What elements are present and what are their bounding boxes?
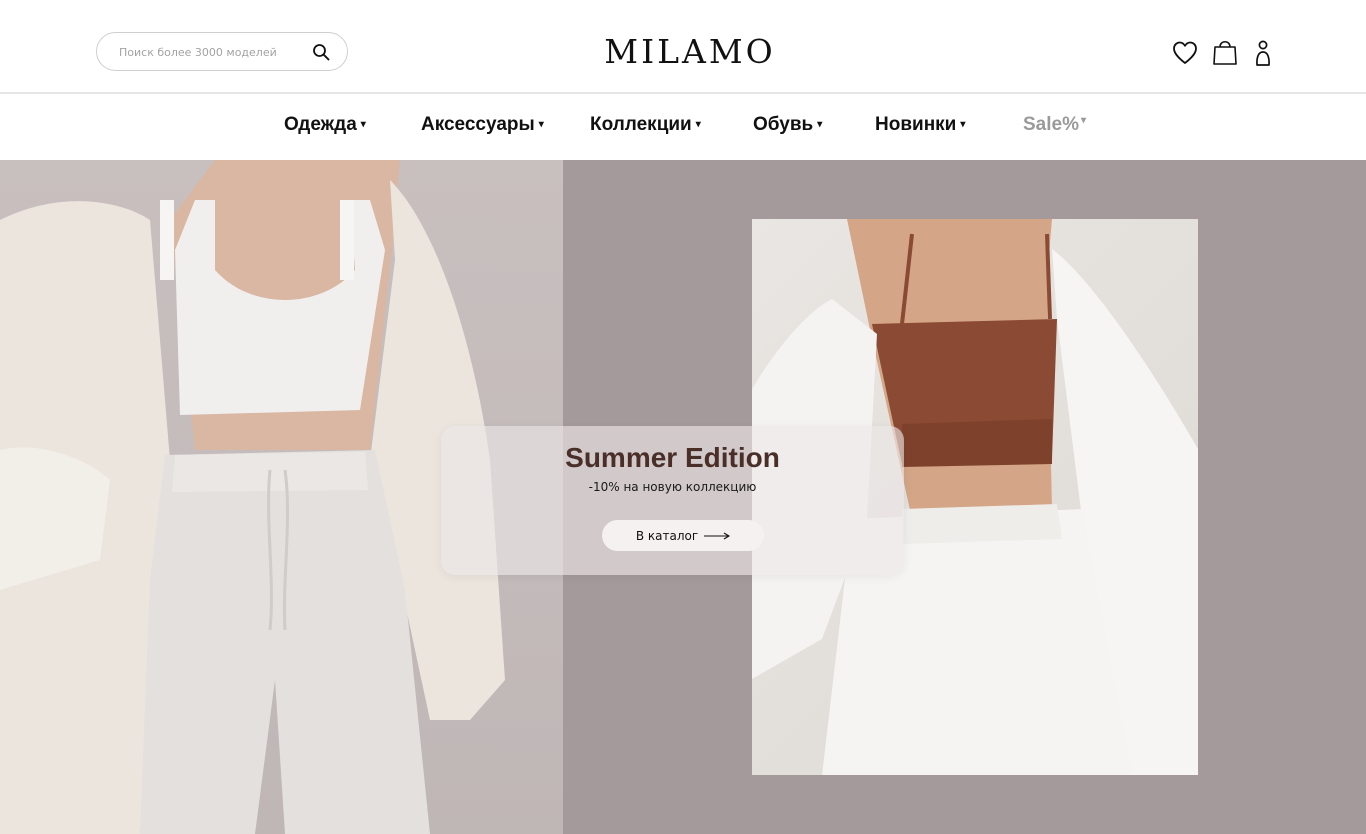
caret-down-icon: ▾ — [695, 119, 701, 130]
nav-item-new[interactable]: Новинки ▾ — [875, 112, 965, 138]
nav-item-collections[interactable]: Коллекции ▾ — [590, 112, 701, 138]
catalog-button-label: В каталог — [635, 528, 699, 543]
caret-down-icon: ▾ — [360, 119, 366, 130]
nav-item-label: Одежда — [284, 114, 357, 135]
promo-title: Summer Edition — [565, 442, 780, 473]
nav-item-label: Новинки — [875, 114, 957, 135]
hero-banner: Summer Edition -10% на новую коллекцию В… — [0, 160, 1366, 834]
nav-item-label: Sale% — [1023, 114, 1079, 135]
user-icon[interactable] — [1250, 37, 1278, 67]
heart-icon[interactable] — [1171, 38, 1199, 68]
arrow-right-icon — [704, 532, 731, 539]
brand-logo[interactable]: MILAMO — [583, 30, 797, 74]
search-icon[interactable] — [312, 43, 330, 61]
nav-item-shoes[interactable]: Обувь ▾ — [753, 112, 822, 138]
caret-down-icon: ▾ — [817, 119, 823, 130]
search-input[interactable] — [119, 42, 299, 62]
caret-down-icon: ▾ — [1080, 115, 1087, 126]
shopping-bag-icon[interactable] — [1211, 36, 1239, 66]
caret-down-icon: ▾ — [538, 119, 544, 130]
search-box[interactable] — [96, 32, 348, 71]
nav-item-label: Коллекции — [590, 114, 692, 135]
nav-item-accessories[interactable]: Аксессуары ▾ — [421, 112, 544, 138]
site-header: MILAMO — [0, 0, 1366, 94]
main-nav: Одежда ▾ Аксессуары ▾ Коллекции ▾ Обувь ▾ Но… — [0, 96, 1366, 160]
nav-item-sale[interactable]: Sale% ▾ — [1023, 112, 1086, 138]
promo-subtitle: -10% на новую коллекцию — [588, 480, 757, 494]
caret-down-icon: ▾ — [960, 119, 966, 130]
nav-item-clothing[interactable]: Одежда ▾ — [284, 112, 366, 138]
catalog-button[interactable]: В каталог — [602, 520, 764, 551]
nav-item-label: Аксессуары — [421, 114, 535, 135]
nav-item-label: Обувь — [753, 114, 814, 135]
promo-card: Summer Edition -10% на новую коллекцию В… — [441, 426, 904, 575]
